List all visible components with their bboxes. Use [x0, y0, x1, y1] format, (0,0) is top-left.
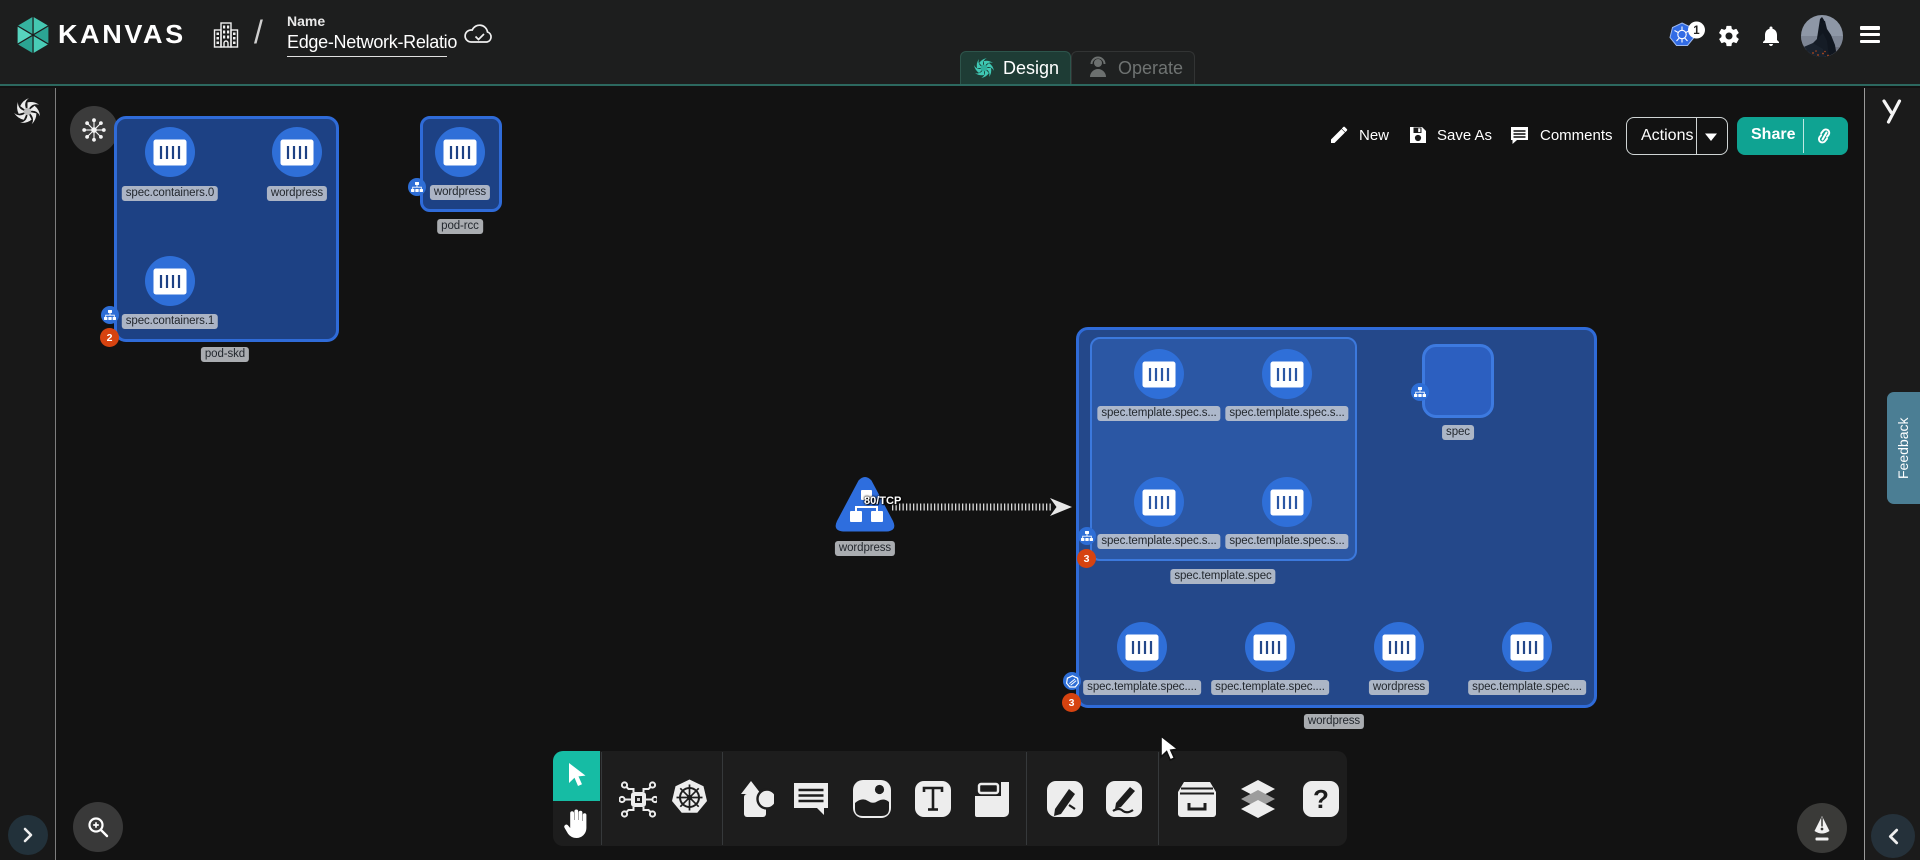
svg-text:1: 1	[1693, 25, 1700, 37]
svg-text:?: ?	[1313, 784, 1329, 814]
